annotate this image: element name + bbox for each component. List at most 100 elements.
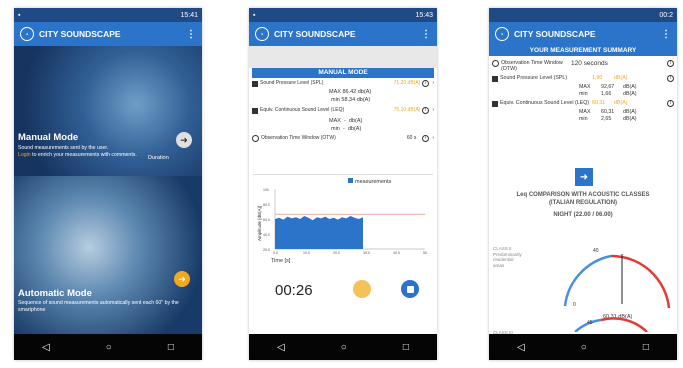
leq-min-value: db(A) — [347, 126, 362, 132]
chevron-right-icon[interactable]: › — [432, 135, 434, 141]
unit: dB(A) — [623, 84, 637, 90]
leq-max-value: 60,31 — [601, 109, 615, 115]
gauge2-red-arc — [600, 317, 648, 332]
otw-row: Observation Time Window (OTW) 60 s i › — [249, 135, 437, 142]
manual-mode-title: Manual Mode — [18, 132, 79, 143]
chart-icon — [492, 101, 498, 107]
summary-title: YOUR MEASUREMENT SUMMARY — [489, 46, 677, 56]
auto-mode-desc: Sequence of sound measurements automatic… — [18, 300, 179, 313]
unit: dB(A) — [623, 91, 637, 97]
status-time: 00:2 — [659, 11, 673, 19]
leq-label: Equiv. Continuous Sound Level (LEQ) — [260, 107, 345, 113]
recents-icon[interactable]: □ — [403, 342, 409, 353]
y-tick-label: 20.0 — [263, 248, 270, 252]
leq-label: Equiv. Continuous Sound Level (LEQ) — [500, 100, 590, 106]
info-icon[interactable]: i — [422, 80, 430, 87]
otw-label: Observation Time Window (OTW) — [501, 60, 563, 72]
gauge-tick-0: 0 — [573, 302, 576, 308]
stop-button[interactable] — [401, 280, 419, 298]
otw-row: Observation Time Window (OTW) 120 second… — [489, 60, 677, 72]
summary-screen: YOUR MEASUREMENT SUMMARY Observation Tim… — [489, 46, 677, 335]
recents-icon[interactable]: □ — [643, 342, 649, 353]
spl-max-value: 86.42 db(A) — [342, 89, 372, 95]
back-icon[interactable]: ◁ — [517, 342, 525, 353]
x-tick-label: 10.0 — [303, 251, 310, 255]
info-icon[interactable]: i — [667, 75, 674, 82]
y-tick-label: 100 — [263, 188, 269, 192]
manual-desc-text2: to enrich your measurements with comment… — [30, 151, 137, 158]
section-title: MANUAL MODE — [252, 68, 434, 78]
auto-mode-arrow-button[interactable]: ➜ — [174, 271, 190, 287]
phone-screen-summary: 00:2 ● CITY SOUNDSCAPE ⋮ YOUR MEASUREMEN… — [489, 8, 677, 360]
spl-max-value: 92,67 — [601, 84, 615, 90]
y-tick-label: 40.0 — [263, 233, 270, 237]
leq-min-value: 2,65 — [601, 116, 612, 122]
comparison-title: Leq COMPARISON WITH ACOUSTIC CLASSES — [516, 192, 650, 198]
home-icon[interactable]: ○ — [581, 342, 587, 353]
manual-mode-card[interactable]: Manual Mode Sound measurements sent by t… — [14, 46, 202, 176]
x-axis-label: Time [s] — [271, 258, 291, 264]
min-label: min — [331, 97, 340, 103]
max-label: MAX — [579, 109, 591, 115]
info-icon[interactable]: i — [422, 107, 430, 114]
max-label: MAX — [579, 84, 591, 90]
chevron-right-icon[interactable]: › — [432, 107, 434, 113]
info-icon[interactable]: i — [667, 100, 674, 107]
leq-value: 75.10 dB(A) — [393, 107, 421, 113]
back-icon[interactable]: ◁ — [277, 342, 285, 353]
duration-label: Duration — [148, 155, 169, 161]
app-logo-icon: ● — [20, 27, 34, 41]
spl-min-row: min 1,66 dB(A) — [489, 91, 677, 97]
spl-unit: dB(A) — [614, 75, 628, 81]
info-icon[interactable]: i — [422, 135, 430, 142]
status-bar: ▪ 15:43 — [249, 8, 437, 22]
overflow-menu-icon[interactable]: ⋮ — [186, 29, 196, 40]
chevron-right-icon[interactable]: › — [432, 80, 434, 86]
manual-mode-arrow-button[interactable]: ➜ — [176, 132, 192, 148]
manual-mode-screen: MANUAL MODE Sound Pressure Level (SPL) 7… — [249, 46, 437, 334]
leq-value: 60,31 — [592, 100, 606, 106]
recents-icon[interactable]: □ — [168, 342, 174, 353]
overflow-menu-icon[interactable]: ⋮ — [661, 29, 671, 40]
login-link[interactable]: Login — [18, 152, 31, 158]
navigation-bar: ◁ ○ □ — [14, 334, 202, 360]
spl-value: 71.20 dB(A) — [393, 80, 421, 86]
status-time: 15:43 — [415, 11, 433, 19]
leq-row: Equiv. Continuous Sound Level (LEQ) 60,3… — [489, 100, 677, 107]
y-axis-label: Amplitude [dB(A)] — [257, 206, 262, 241]
max-label: MAX — [329, 118, 341, 124]
spl-row: Sound Pressure Level (SPL) 1,90 dB(A) i — [489, 75, 677, 82]
phone-screen-modes: ▪ 15:41 ● CITY SOUNDSCAPE ⋮ Manual Mode S… — [14, 8, 202, 360]
spl-value: 1,90 — [592, 75, 603, 81]
y-tick-label: 60.0 — [263, 218, 270, 222]
min-label: min — [579, 91, 588, 97]
next-arrow-button[interactable]: ➜ — [575, 168, 593, 186]
app-bar: ● CITY SOUNDSCAPE ⋮ — [249, 22, 437, 46]
back-icon[interactable]: ◁ — [42, 342, 50, 353]
navigation-bar: ◁ ○ □ — [249, 334, 437, 360]
info-icon[interactable]: i — [667, 60, 674, 67]
status-bar: ▪ 15:41 — [14, 8, 202, 22]
x-tick-label: 20.0 — [333, 251, 340, 255]
min-label: min — [579, 116, 588, 122]
night-label: NIGHT (22.00 / 06.00) — [553, 212, 613, 218]
spl-max-row: MAX 92,67 dB(A) — [489, 84, 677, 90]
leq-min-row: min 2,65 dB(A) — [489, 116, 677, 122]
phone-screen-manual: ▪ 15:43 ● CITY SOUNDSCAPE ⋮ MANUAL MODE S… — [249, 8, 437, 360]
min-label: min — [331, 126, 340, 132]
navigation-bar: ◁ ○ □ — [489, 334, 677, 360]
y-tick-label: 80.0 — [263, 203, 270, 207]
amplitude-chart: measurements Amplitude [dB(A)] Time [s] … — [253, 174, 433, 264]
home-icon[interactable]: ○ — [341, 342, 347, 353]
automatic-mode-card[interactable]: Automatic Mode Sequence of sound measure… — [14, 176, 202, 334]
home-icon[interactable]: ○ — [106, 342, 112, 353]
unit: dB(A) — [623, 116, 637, 122]
microphone-button[interactable] — [353, 280, 371, 298]
leq-row: Equiv. Continuous Sound Level (LEQ) 75.1… — [249, 107, 437, 114]
otw-value: 120 seconds — [571, 60, 608, 67]
app-title: CITY SOUNDSCAPE — [39, 29, 121, 39]
legend-label: measurements — [355, 179, 392, 185]
overflow-menu-icon[interactable]: ⋮ — [421, 29, 431, 40]
gauge-blue-arc — [563, 254, 612, 307]
gauge-chart-2: 45 — [574, 317, 648, 332]
